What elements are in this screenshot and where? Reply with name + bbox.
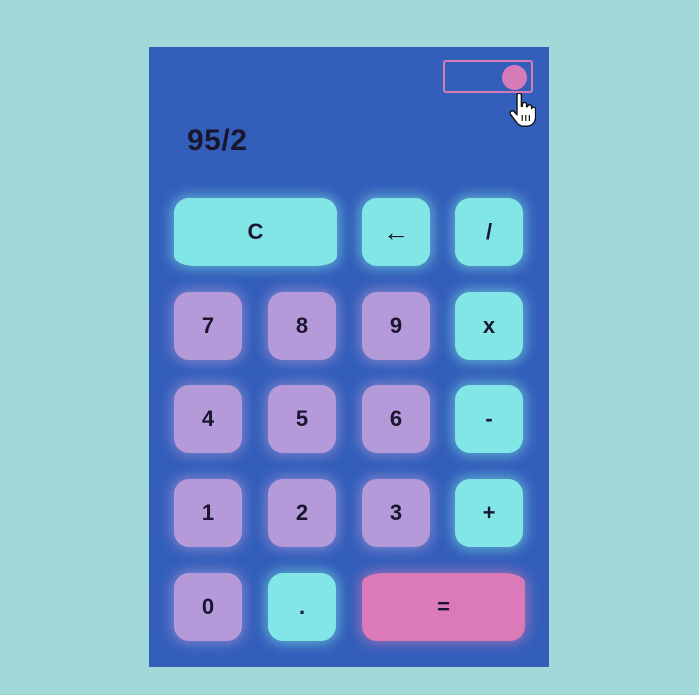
decimal-button[interactable]: .	[268, 573, 336, 641]
digit-2-button[interactable]: 2	[268, 479, 336, 547]
clear-button[interactable]: C	[174, 198, 337, 266]
left-arrow-icon: ←	[383, 217, 409, 247]
divide-button[interactable]: /	[455, 198, 523, 266]
equals-button[interactable]: =	[362, 573, 525, 641]
digit-8-button[interactable]: 8	[268, 292, 336, 360]
digit-9-button[interactable]: 9	[362, 292, 430, 360]
theme-toggle[interactable]	[443, 60, 533, 93]
calculator: 95/2 C ← / 7 8 9 x 4 5 6 - 1 2 3 + 0 . =	[149, 47, 549, 667]
backspace-button[interactable]: ←	[362, 198, 430, 266]
digit-3-button[interactable]: 3	[362, 479, 430, 547]
digit-0-button[interactable]: 0	[174, 573, 242, 641]
multiply-button[interactable]: x	[455, 292, 523, 360]
digit-7-button[interactable]: 7	[174, 292, 242, 360]
calculator-display: 95/2	[187, 124, 248, 157]
hand-cursor-icon	[509, 93, 536, 127]
digit-1-button[interactable]: 1	[174, 479, 242, 547]
add-button[interactable]: +	[455, 479, 523, 547]
digit-6-button[interactable]: 6	[362, 385, 430, 453]
subtract-button[interactable]: -	[455, 385, 523, 453]
digit-4-button[interactable]: 4	[174, 385, 242, 453]
toggle-knob[interactable]	[502, 65, 527, 90]
digit-5-button[interactable]: 5	[268, 385, 336, 453]
